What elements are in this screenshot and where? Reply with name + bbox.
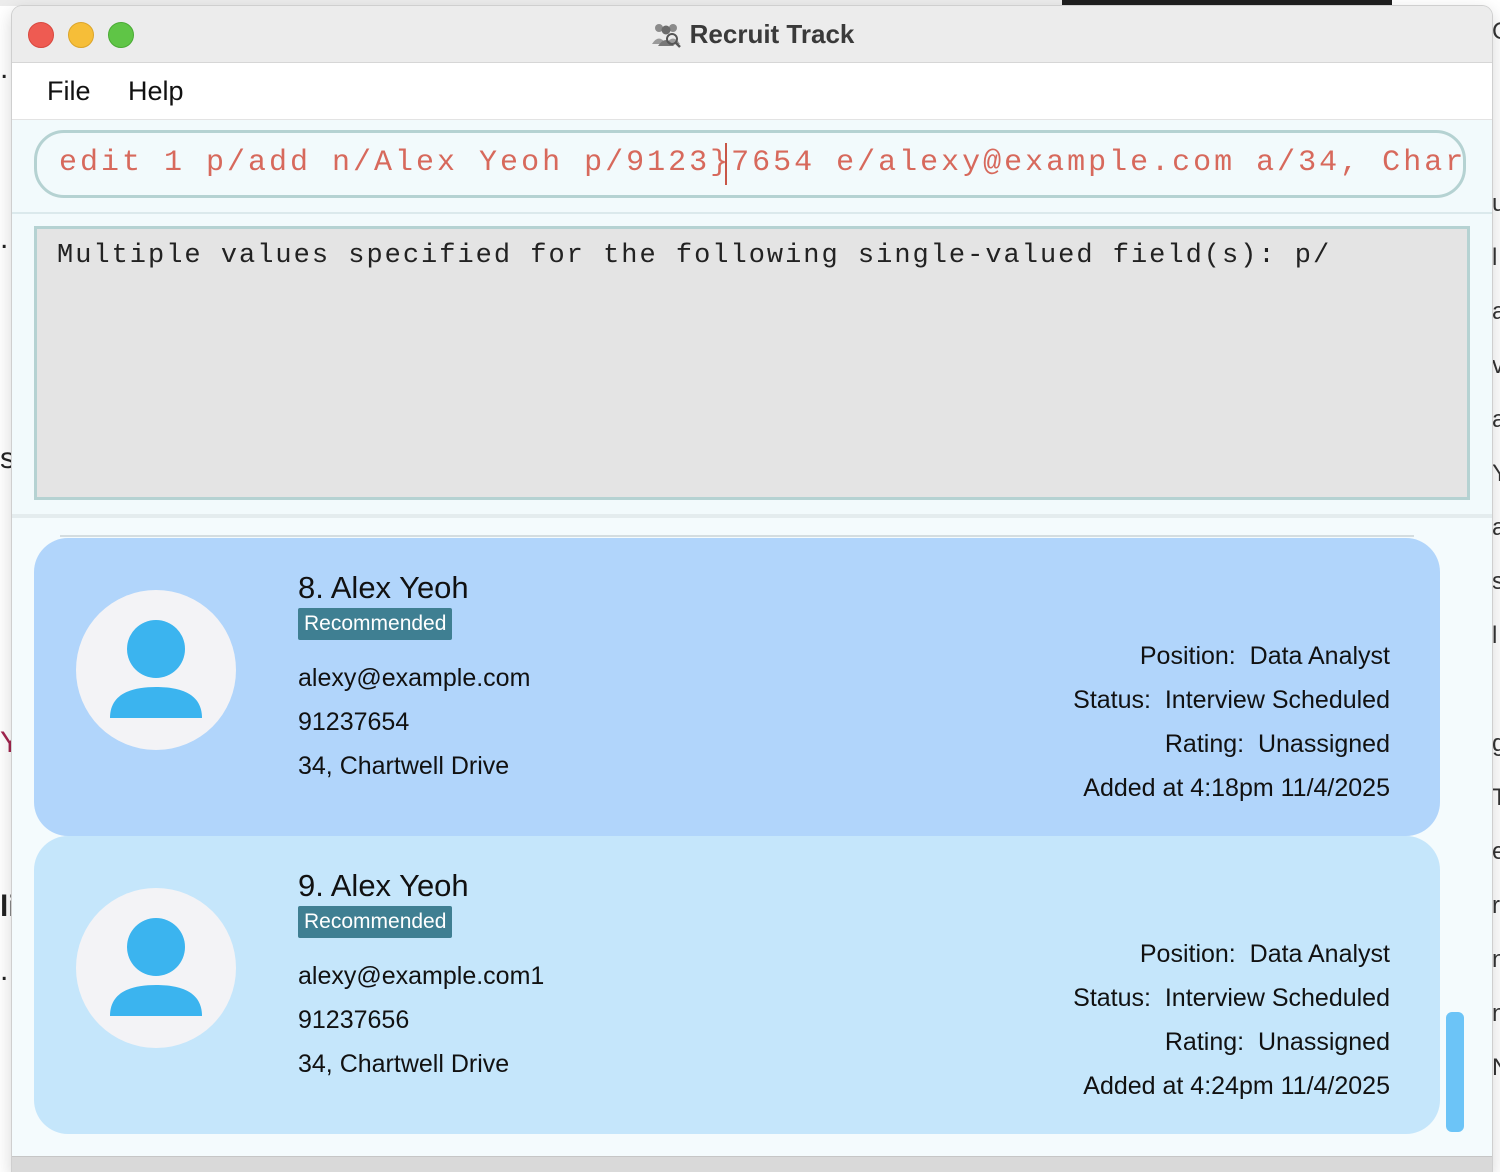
menu-file[interactable]: File bbox=[47, 76, 91, 107]
background-fragment: a bbox=[1492, 406, 1500, 433]
background-fragment: . bbox=[0, 222, 9, 255]
status-bar bbox=[12, 1156, 1492, 1172]
background-fragment: n bbox=[1492, 946, 1500, 973]
candidate-position: Position: Data Analyst bbox=[1139, 642, 1390, 670]
background-fragment: a bbox=[1492, 514, 1500, 541]
candidate-phone: 91237654 bbox=[298, 708, 410, 736]
background-fragment: C bbox=[1492, 18, 1500, 46]
result-display[interactable]: Multiple values specified for the follow… bbox=[34, 226, 1470, 500]
recruit-track-app-icon bbox=[651, 24, 681, 48]
menu-help[interactable]: Help bbox=[128, 76, 184, 107]
background-fragment: u bbox=[1492, 190, 1500, 217]
candidate-status: Status: Interview Scheduled bbox=[1073, 686, 1390, 714]
candidate-address: 34, Chartwell Drive bbox=[298, 1050, 510, 1078]
background-fragment: Y bbox=[1492, 460, 1500, 488]
result-area: Multiple values specified for the follow… bbox=[12, 214, 1492, 518]
background-fragment: a bbox=[1492, 298, 1500, 325]
candidate-phone: 91237656 bbox=[298, 1006, 410, 1034]
list-divider bbox=[60, 535, 1414, 537]
title-bar[interactable]: Recruit Track bbox=[12, 6, 1492, 63]
candidate-address: 34, Chartwell Drive bbox=[298, 752, 510, 780]
candidate-name: 8. Alex Yeoh bbox=[298, 570, 469, 605]
candidate-name: 9. Alex Yeoh bbox=[298, 868, 469, 903]
background-fragment: v bbox=[1492, 352, 1500, 379]
candidate-added-time: Added at 4:24pm 11/4/2025 bbox=[1083, 1072, 1390, 1100]
window-title-group: Recruit Track bbox=[12, 6, 1492, 62]
avatar bbox=[76, 590, 236, 750]
background-fragment: e bbox=[1492, 838, 1500, 865]
background-fragment: n bbox=[1492, 1000, 1500, 1027]
list-scrollbar-thumb[interactable] bbox=[1446, 1012, 1464, 1132]
command-area: edit 1 p/add n/Alex Yeoh p/9123}7654 e/a… bbox=[12, 120, 1492, 214]
candidate-card[interactable]: 8. Alex Yeoh Recommended alexy@example.c… bbox=[34, 538, 1440, 836]
candidate-rating: Rating: Unassigned bbox=[1164, 730, 1390, 758]
desktop: . . s Y li . C u l a v a Y a s l g T e r… bbox=[0, 0, 1500, 1172]
background-fragment: l bbox=[1492, 244, 1498, 271]
candidate-email: alexy@example.com bbox=[298, 664, 531, 692]
background-fragment: r bbox=[1492, 892, 1500, 919]
command-input[interactable]: edit 1 p/add n/Alex Yeoh p/9123}7654 e/a… bbox=[34, 130, 1466, 198]
candidate-rating: Rating: Unassigned bbox=[1164, 1028, 1390, 1056]
person-icon bbox=[110, 620, 202, 718]
background-fragment: g bbox=[1492, 730, 1500, 757]
candidate-added-time: Added at 4:18pm 11/4/2025 bbox=[1083, 774, 1390, 802]
candidate-email: alexy@example.com1 bbox=[298, 962, 545, 990]
command-input-text[interactable]: edit 1 p/add n/Alex Yeoh p/9123}7654 e/a… bbox=[59, 146, 1463, 180]
background-fragment: l bbox=[1492, 622, 1498, 649]
menu-bar: File Help bbox=[12, 63, 1492, 120]
tag-badge: Recommended bbox=[298, 608, 453, 640]
candidate-position: Position: Data Analyst bbox=[1139, 940, 1390, 968]
app-window: Recruit Track File Help edit 1 p/add n/A… bbox=[12, 6, 1492, 1172]
result-message: Multiple values specified for the follow… bbox=[57, 241, 1332, 271]
background-fragment: T bbox=[1492, 784, 1500, 811]
avatar bbox=[76, 888, 236, 1048]
background-fragment: s bbox=[1492, 568, 1500, 595]
background-fragment: . bbox=[0, 954, 9, 987]
candidate-list[interactable]: 8. Alex Yeoh Recommended alexy@example.c… bbox=[12, 518, 1492, 1158]
background-fragment: . bbox=[0, 52, 9, 85]
candidate-card[interactable]: 9. Alex Yeoh Recommended alexy@example.c… bbox=[34, 836, 1440, 1134]
window-title: Recruit Track bbox=[689, 18, 855, 49]
background-fragment: N bbox=[1492, 1054, 1500, 1082]
person-icon bbox=[110, 918, 202, 1016]
tag-badge: Recommended bbox=[298, 906, 453, 938]
text-caret bbox=[725, 143, 727, 185]
candidate-status: Status: Interview Scheduled bbox=[1073, 984, 1390, 1012]
